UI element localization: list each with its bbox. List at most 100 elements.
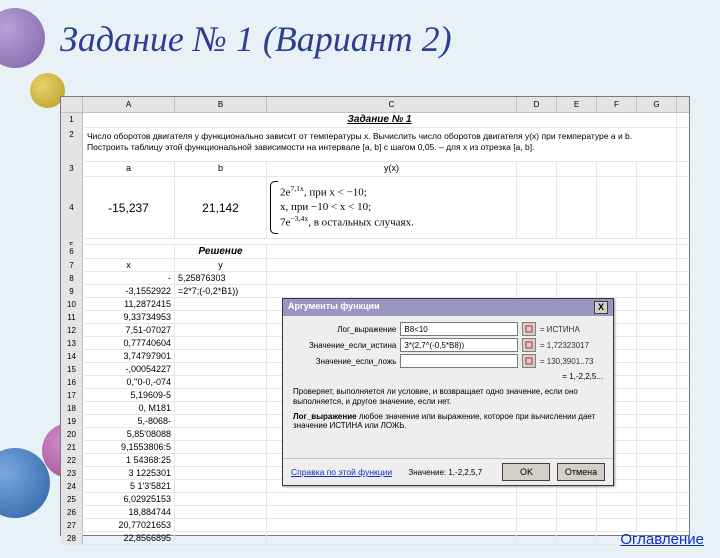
cell[interactable] — [557, 162, 597, 176]
cell-x[interactable]: 0, M181 — [83, 402, 175, 414]
cell[interactable] — [267, 493, 517, 505]
column-header[interactable]: B — [175, 97, 267, 112]
cell[interactable] — [557, 285, 597, 297]
cell[interactable] — [637, 389, 677, 401]
col-x-header[interactable]: x — [83, 259, 175, 271]
argument-input[interactable] — [400, 338, 518, 352]
cell[interactable] — [267, 532, 517, 544]
range-selector-icon[interactable] — [522, 322, 536, 336]
header-b[interactable]: b — [175, 162, 267, 176]
ok-button[interactable]: OK — [502, 463, 550, 481]
column-header[interactable]: D — [517, 97, 557, 112]
cell[interactable] — [517, 285, 557, 297]
cell[interactable] — [597, 272, 637, 284]
cell[interactable] — [83, 239, 677, 244]
dialog-titlebar[interactable]: Аргументы функции X — [283, 299, 613, 316]
cell-y[interactable] — [175, 415, 267, 427]
cell-y[interactable] — [175, 441, 267, 453]
cell-y[interactable] — [175, 506, 267, 518]
cell-y[interactable] — [175, 519, 267, 531]
cell[interactable] — [557, 506, 597, 518]
cell[interactable] — [267, 519, 517, 531]
cell-y[interactable] — [175, 532, 267, 544]
close-button[interactable]: X — [594, 301, 608, 314]
cell-y[interactable] — [175, 298, 267, 310]
cell[interactable] — [557, 493, 597, 505]
cell-x[interactable]: 5,19609-5 — [83, 389, 175, 401]
cell[interactable] — [517, 506, 557, 518]
column-header[interactable]: F — [597, 97, 637, 112]
col-y-header[interactable]: y — [175, 259, 267, 271]
header-yx[interactable]: y(x) — [267, 162, 517, 176]
cell[interactable] — [637, 324, 677, 336]
cell[interactable] — [517, 177, 557, 238]
cell[interactable] — [517, 519, 557, 531]
cell[interactable] — [637, 415, 677, 427]
cell-y[interactable] — [175, 337, 267, 349]
cell[interactable] — [637, 350, 677, 362]
cell-x[interactable]: 6,02925153 — [83, 493, 175, 505]
cell-y[interactable] — [175, 428, 267, 440]
cell-x[interactable]: 5,85'08088 — [83, 428, 175, 440]
cell[interactable] — [637, 454, 677, 466]
value-a[interactable]: -15,237 — [83, 177, 175, 238]
cell-x[interactable]: 22,8566895 — [83, 532, 175, 544]
cell[interactable] — [637, 363, 677, 375]
range-selector-icon[interactable] — [522, 354, 536, 368]
cell-y[interactable] — [175, 480, 267, 492]
cell[interactable] — [597, 519, 637, 531]
cell[interactable] — [637, 376, 677, 388]
cell-y[interactable] — [175, 389, 267, 401]
formula-cell[interactable]: 2e7,1x, при x < −10; x, при −10 < x < 10… — [267, 177, 517, 238]
cell[interactable] — [597, 177, 637, 238]
solution-heading[interactable]: Решение — [175, 245, 267, 258]
cell-x[interactable]: - — [83, 272, 175, 284]
cell-y[interactable] — [175, 363, 267, 375]
cell[interactable] — [267, 245, 677, 258]
cell[interactable] — [637, 480, 677, 492]
cell-x[interactable]: 1 54368:25 — [83, 454, 175, 466]
argument-input[interactable] — [400, 322, 518, 336]
cell-x[interactable]: -3,1552922 — [83, 285, 175, 297]
cell-y[interactable] — [175, 402, 267, 414]
cell-y[interactable] — [175, 454, 267, 466]
cell[interactable] — [267, 285, 517, 297]
cell[interactable] — [637, 402, 677, 414]
cell[interactable] — [637, 506, 677, 518]
cell-x[interactable]: 5,-8068- — [83, 415, 175, 427]
cell-y[interactable] — [175, 467, 267, 479]
cell-y[interactable]: 5,25876303 — [175, 272, 267, 284]
cell-x[interactable]: 5 1'3'5821 — [83, 480, 175, 492]
cell[interactable] — [267, 272, 517, 284]
cell-x[interactable]: 3 1225301 — [83, 467, 175, 479]
header-a[interactable]: a — [83, 162, 175, 176]
cell-x[interactable]: 20,77021653 — [83, 519, 175, 531]
cell-y[interactable]: =2*7;(-0,2*B1)) — [175, 285, 267, 297]
cell-x[interactable]: 0,77740604 — [83, 337, 175, 349]
cell[interactable] — [637, 441, 677, 453]
cell[interactable] — [517, 493, 557, 505]
cell[interactable] — [267, 259, 677, 271]
column-header[interactable]: G — [637, 97, 677, 112]
cell-x[interactable]: 9,33734953 — [83, 311, 175, 323]
argument-input[interactable] — [400, 354, 518, 368]
cell-x[interactable]: 18,884744 — [83, 506, 175, 518]
cell-y[interactable] — [175, 376, 267, 388]
cell[interactable] — [517, 532, 557, 544]
cell-y[interactable] — [175, 350, 267, 362]
cell[interactable] — [557, 519, 597, 531]
help-link[interactable]: Справка по этой функции — [291, 467, 392, 477]
cell-x[interactable]: 9,1553806:5 — [83, 441, 175, 453]
cell-x[interactable]: 0,''0-0,-074 — [83, 376, 175, 388]
cancel-button[interactable]: Отмена — [557, 463, 605, 481]
cell[interactable] — [597, 506, 637, 518]
cell[interactable] — [637, 285, 677, 297]
cell[interactable] — [637, 467, 677, 479]
cell[interactable] — [637, 519, 677, 531]
cell[interactable] — [637, 272, 677, 284]
cell[interactable] — [597, 493, 637, 505]
cell-x[interactable]: 3,74797901 — [83, 350, 175, 362]
cell[interactable] — [637, 428, 677, 440]
column-header[interactable]: E — [557, 97, 597, 112]
cell-y[interactable] — [175, 493, 267, 505]
